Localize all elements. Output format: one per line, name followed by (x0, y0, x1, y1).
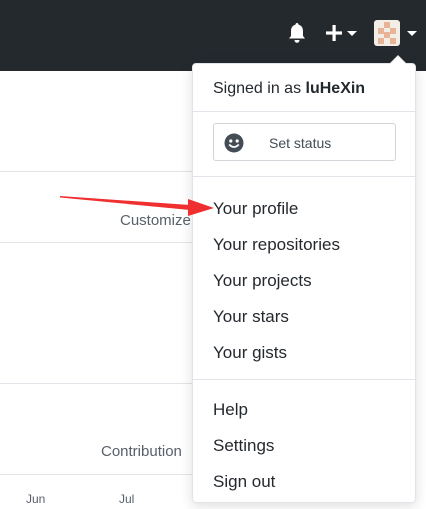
bell-icon[interactable] (287, 22, 307, 44)
user-menu-button[interactable] (374, 20, 418, 48)
divider (0, 383, 200, 384)
menu-item-help[interactable]: Help (213, 400, 248, 420)
set-status-button[interactable]: Set status (213, 123, 396, 161)
red-arrow-annotation (60, 196, 214, 216)
plus-icon (326, 25, 342, 41)
divider (193, 379, 415, 380)
divider (0, 171, 200, 172)
menu-item-your-gists[interactable]: Your gists (213, 343, 287, 363)
divider (193, 111, 415, 112)
user-avatar[interactable] (374, 20, 400, 46)
top-header-bar (0, 0, 426, 71)
username: luHeXin (305, 80, 366, 97)
menu-item-your-repositories[interactable]: Your repositories (213, 235, 340, 255)
user-dropdown-menu: Signed in as luHeXin Set status Your pro… (192, 55, 416, 503)
month-label: Jul (119, 492, 135, 506)
create-new-button[interactable] (324, 22, 358, 44)
chevron-down-icon (347, 31, 357, 36)
signed-in-label: Signed in as (213, 80, 302, 97)
chevron-down-icon (407, 31, 417, 36)
menu-item-your-projects[interactable]: Your projects (213, 271, 312, 291)
menu-item-sign-out[interactable]: Sign out (213, 472, 275, 492)
menu-item-your-profile[interactable]: Your profile (213, 199, 298, 219)
signed-in-header: Signed in as luHeXin (213, 80, 365, 98)
set-status-label: Set status (269, 135, 332, 151)
divider (0, 474, 200, 475)
menu-item-your-stars[interactable]: Your stars (213, 307, 289, 327)
smiley-icon (224, 133, 244, 153)
divider (0, 242, 200, 243)
divider (193, 176, 415, 177)
contribution-heading: Contribution (101, 443, 182, 460)
month-label: Jun (26, 492, 46, 506)
menu-item-settings[interactable]: Settings (213, 436, 274, 456)
